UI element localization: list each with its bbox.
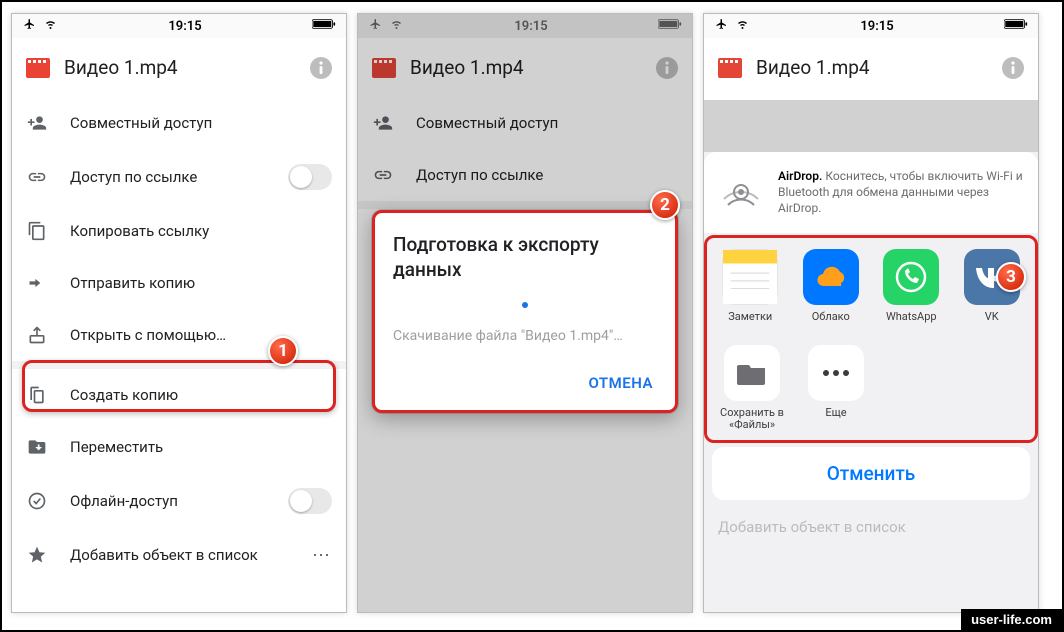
dialog-cancel-button[interactable]: ОТМЕНА [393,368,657,400]
app-notes[interactable]: Заметки [716,249,785,325]
info-icon[interactable] [1002,57,1024,79]
video-file-icon [372,58,396,78]
action-label: Еще [825,407,846,419]
folder-move-icon [26,436,48,458]
share-sheet: AirDrop. Коснитесь, чтобы включить Wi-Fi… [704,152,1038,612]
status-bar: 19:15 [704,14,1038,38]
more-icon: ⋯ [312,545,332,566]
video-file-icon [718,58,742,78]
menu-label: Доступ по ссылке [416,166,678,184]
info-icon[interactable] [656,57,678,79]
menu-label: Совместный доступ [70,114,332,132]
offline-toggle[interactable] [288,488,332,514]
menu-make-copy[interactable]: Создать копию [12,369,346,421]
star-icon [26,544,48,566]
menu-label: Офлайн-доступ [70,492,266,510]
menu-peek: Добавить объект в список [704,508,1038,546]
phone-screen-1: 19:15 Видео 1.mp4 Совместный доступ Дост… [11,13,347,613]
airdrop-icon [718,169,764,215]
menu-label: Доступ по ссылке [70,168,266,186]
video-file-icon [26,58,50,78]
menu-label: Добавить объект в список [70,546,290,564]
app-label: Заметки [728,311,772,325]
file-header: Видео 1.mp4 [704,38,1038,97]
link-icon [26,166,48,188]
dialog-subtitle: Скачивание файла "Видео 1.mp4"… [393,328,657,344]
copy-icon [26,220,48,242]
wifi-icon [389,18,404,34]
app-label: Облако [812,311,850,325]
battery-icon [312,18,336,34]
menu-label: Копировать ссылку [70,222,332,240]
battery-icon [1004,18,1028,34]
offline-icon [26,490,48,512]
airplane-mode-icon [22,18,37,34]
send-icon [26,272,48,294]
person-add-icon [26,112,48,134]
wifi-icon [735,18,750,34]
phone-screen-3: 19:15 Видео 1.mp4 AirDrop. Коснитесь, чт… [703,13,1039,613]
file-name: Видео 1.mp4 [756,56,988,79]
wifi-icon [43,18,58,34]
status-bar: 19:15 [12,14,346,38]
sheet-cancel-button[interactable]: Отменить [712,447,1030,500]
file-header: Видео 1.mp4 [358,38,692,97]
action-label: Сохранить в «Файлы» [716,407,788,431]
status-time: 19:15 [514,19,547,34]
phone-screen-2: 19:15 Видео 1.mp4 Совместный доступ Дост… [357,13,693,613]
menu-link-access[interactable]: Доступ по ссылке [12,149,346,205]
app-label: VK [985,311,999,325]
export-dialog: Подготовка к экспорту данных Скачивание … [372,210,678,413]
airplane-mode-icon [368,18,383,34]
action-more[interactable]: Еще [800,345,872,431]
watermark: user-life.com [961,609,1062,630]
menu-offline[interactable]: Офлайн-доступ [12,473,346,529]
menu-copy-link[interactable]: Копировать ссылку [12,205,346,257]
dialog-title: Подготовка к экспорту данных [393,233,657,282]
app-cloud[interactable]: Облако [797,249,866,325]
link-access-toggle[interactable] [288,164,332,190]
file-copy-icon [26,384,48,406]
share-actions-row: Сохранить в «Файлы» Еще [708,331,1034,439]
menu-send-copy[interactable]: Отправить копию [12,257,346,309]
file-name: Видео 1.mp4 [410,56,642,79]
menu-share[interactable]: Совместный доступ [12,97,346,149]
menu-share: Совместный доступ [358,97,692,149]
menu-label: Отправить копию [70,274,332,292]
file-name: Видео 1.mp4 [64,56,296,79]
person-add-icon [372,112,394,134]
status-time: 19:15 [168,19,201,34]
app-label: WhatsApp [886,311,937,325]
airplane-mode-icon [714,18,729,34]
menu-list: Совместный доступ Доступ по ссылке Копир… [12,97,346,581]
menu-label: Совместный доступ [416,114,678,132]
status-time: 19:15 [860,19,893,34]
menu-move[interactable]: Переместить [12,421,346,473]
share-apps-row: Заметки Облако WhatsApp [708,239,1034,331]
menu-link-access: Доступ по ссылке [358,149,692,201]
airdrop-row[interactable]: AirDrop. Коснитесь, чтобы включить Wi-Fi… [704,152,1038,233]
status-bar: 19:15 [358,14,692,38]
file-header: Видео 1.mp4 [12,38,346,97]
menu-label: Переместить [70,438,332,456]
open-with-icon [26,324,48,346]
battery-icon [658,18,682,34]
step-badge-3: 3 [996,262,1026,292]
airdrop-text: AirDrop. Коснитесь, чтобы включить Wi-Fi… [778,168,1024,217]
link-icon [372,164,394,186]
app-whatsapp[interactable]: WhatsApp [877,249,946,325]
step-badge-2: 2 [650,190,680,220]
info-icon[interactable] [310,57,332,79]
step-badge-1: 1 [268,336,298,366]
menu-add-to-list[interactable]: Добавить объект в список ⋯ [12,529,346,581]
menu-label: Создать копию [70,386,332,404]
spinner-icon [522,302,528,308]
action-save-files[interactable]: Сохранить в «Файлы» [716,345,788,431]
